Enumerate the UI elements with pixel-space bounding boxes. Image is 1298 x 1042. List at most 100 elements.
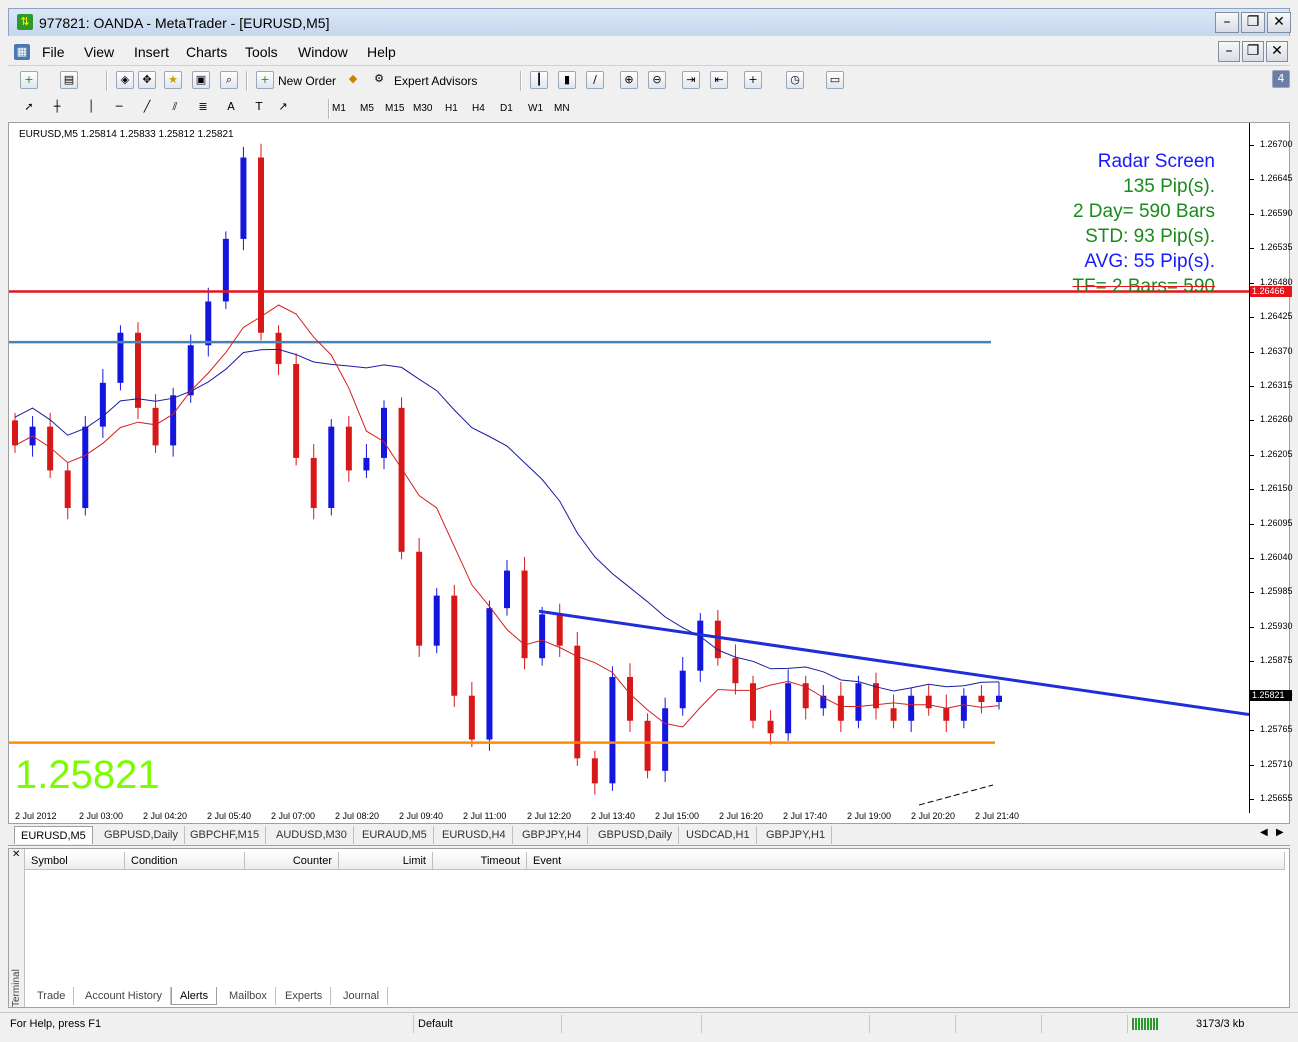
column-symbol[interactable]: Symbol <box>25 852 125 870</box>
templates-icon[interactable]: ▭ <box>826 71 844 89</box>
candle-body <box>609 676 616 784</box>
menu-file[interactable]: File <box>42 44 65 60</box>
candle-body <box>468 695 475 740</box>
zoom-in-icon[interactable]: ⊕ <box>620 71 638 89</box>
child-close-button[interactable]: ✕ <box>1266 41 1288 62</box>
candle-body <box>574 645 581 759</box>
chart-tab[interactable]: EURUSD,H4 <box>436 826 513 844</box>
candle-body <box>750 683 756 721</box>
favorites-icon[interactable]: ★ <box>164 71 182 89</box>
terminal-tab-trade[interactable]: Trade <box>29 987 75 1005</box>
text-label-icon[interactable]: T <box>250 99 268 117</box>
fibonacci-icon[interactable]: ≣ <box>194 99 212 117</box>
timeframe-w1[interactable]: W1 <box>528 100 543 118</box>
indicators-icon[interactable]: + <box>744 71 762 89</box>
trendline-icon[interactable]: ╱ <box>138 99 156 117</box>
timeframe-d1[interactable]: D1 <box>500 100 513 118</box>
chart-tab[interactable]: EURUSD,M5 <box>14 826 93 844</box>
menu-charts[interactable]: Charts <box>186 44 227 60</box>
badge-icon[interactable]: 4 <box>1272 70 1290 88</box>
chart-tab[interactable]: USDCAD,H1 <box>680 826 757 844</box>
tab-scroll-left-icon[interactable]: ◀ <box>1260 827 1268 838</box>
terminal-tab-account-history[interactable]: Account History <box>77 987 172 1005</box>
vertical-line-icon[interactable]: │ <box>82 99 100 117</box>
strategy-tester-icon[interactable]: ⌕ <box>220 71 238 89</box>
candle-body <box>679 670 686 709</box>
bar-chart-icon[interactable]: ┃ <box>530 71 548 89</box>
cursor-icon[interactable]: ➚ <box>20 99 38 117</box>
menu-insert[interactable]: Insert <box>134 44 169 60</box>
horizontal-line-icon[interactable]: ─ <box>110 99 128 117</box>
terminal-tab-alerts[interactable]: Alerts <box>171 987 218 1005</box>
candle-body <box>293 364 300 458</box>
y-tick <box>1250 661 1254 663</box>
terminal-tab-experts[interactable]: Experts <box>277 987 332 1005</box>
chart-tab[interactable]: AUDUSD,M30 <box>270 826 354 844</box>
timeframe-mn[interactable]: MN <box>554 100 570 118</box>
zoom-out-icon[interactable]: ⊖ <box>648 71 666 89</box>
market-watch-icon[interactable]: ◈ <box>116 71 134 89</box>
child-minimize-button[interactable]: – <box>1218 41 1240 62</box>
navigator-icon[interactable]: ✥ <box>138 71 156 89</box>
radar-title: Radar Screen <box>1097 151 1215 172</box>
slow-moving-average <box>14 348 1000 692</box>
menu-help[interactable]: Help <box>367 44 396 60</box>
periods-icon[interactable]: ◷ <box>786 71 804 89</box>
chart-tab[interactable]: EURAUD,M5 <box>356 826 434 844</box>
auto-scroll-icon[interactable]: ⇥ <box>682 71 700 89</box>
timeframe-h1[interactable]: H1 <box>445 100 458 118</box>
column-timeout[interactable]: Timeout <box>433 852 527 870</box>
current-price-large: 1.25821 <box>15 753 160 797</box>
text-tool-icon[interactable]: A <box>222 99 240 117</box>
candle-body <box>732 658 739 684</box>
menu-window[interactable]: Window <box>298 44 348 60</box>
chart-tab[interactable]: GBPJPY,H1 <box>760 826 833 844</box>
minimize-button[interactable]: – <box>1215 12 1239 33</box>
terminal-icon[interactable]: ▣ <box>192 71 210 89</box>
chart-window[interactable]: EURUSD,M5 1.25814 1.25833 1.25812 1.2582… <box>8 122 1293 824</box>
column-counter[interactable]: Counter <box>245 852 339 870</box>
timeframe-m15[interactable]: M15 <box>385 100 404 118</box>
column-limit[interactable]: Limit <box>339 852 433 870</box>
new-order-button[interactable]: New Order <box>278 71 336 91</box>
price-chart[interactable] <box>9 123 1249 813</box>
child-restore-button[interactable]: ❐ <box>1242 41 1264 62</box>
column-condition[interactable]: Condition <box>125 852 245 870</box>
crosshair-icon[interactable]: ┼ <box>48 99 66 117</box>
chart-tab[interactable]: GBPJPY,H4 <box>516 826 589 844</box>
terminal-tab-journal[interactable]: Journal <box>335 987 389 1005</box>
close-button[interactable]: ✕ <box>1267 12 1291 33</box>
menu-tools[interactable]: Tools <box>245 44 278 60</box>
timeframe-m5[interactable]: M5 <box>360 100 374 118</box>
expert-advisors-button[interactable]: Expert Advisors <box>394 71 477 91</box>
chart-shift-icon[interactable]: ⇤ <box>710 71 728 89</box>
channel-icon[interactable]: ⫽ <box>166 99 184 117</box>
timeframe-m30[interactable]: M30 <box>413 100 432 118</box>
profiles-icon[interactable]: ▤ <box>60 71 78 89</box>
chart-tab[interactable]: GBPUSD,Daily <box>98 826 185 844</box>
restore-button[interactable]: ❐ <box>1241 12 1265 33</box>
y-tick <box>1250 558 1254 560</box>
terminal-tab-mailbox[interactable]: Mailbox <box>221 987 276 1005</box>
tab-scroll-right-icon[interactable]: ▶ <box>1276 827 1284 838</box>
menu-view[interactable]: View <box>84 44 114 60</box>
chart-tab[interactable]: GBPUSD,Daily <box>592 826 679 844</box>
terminal-close-icon[interactable]: ✕ <box>12 849 20 860</box>
column-event[interactable]: Event <box>527 852 1285 870</box>
new-order-icon[interactable]: + <box>256 71 274 89</box>
chart-tab[interactable]: GBPCHF,M15 <box>184 826 267 844</box>
terminal-label: Terminal <box>11 969 22 1007</box>
metatrader-app-icon: ⇅ <box>17 14 33 30</box>
line-chart-icon[interactable]: ∕ <box>586 71 604 89</box>
new-chart-icon[interactable]: + <box>20 71 38 89</box>
y-tick <box>1250 592 1254 594</box>
expert-advisors-icon[interactable]: ⚙ <box>370 71 388 89</box>
arrows-icon[interactable]: ↗ <box>274 99 292 117</box>
y-tick <box>1250 351 1254 353</box>
y-tick <box>1250 730 1254 732</box>
timeframe-m1[interactable]: M1 <box>332 100 346 118</box>
candlestick-icon[interactable]: ▮ <box>558 71 576 89</box>
timeframe-h4[interactable]: H4 <box>472 100 485 118</box>
metaeditor-icon[interactable]: ◆ <box>344 71 362 89</box>
candle-body <box>960 695 967 721</box>
